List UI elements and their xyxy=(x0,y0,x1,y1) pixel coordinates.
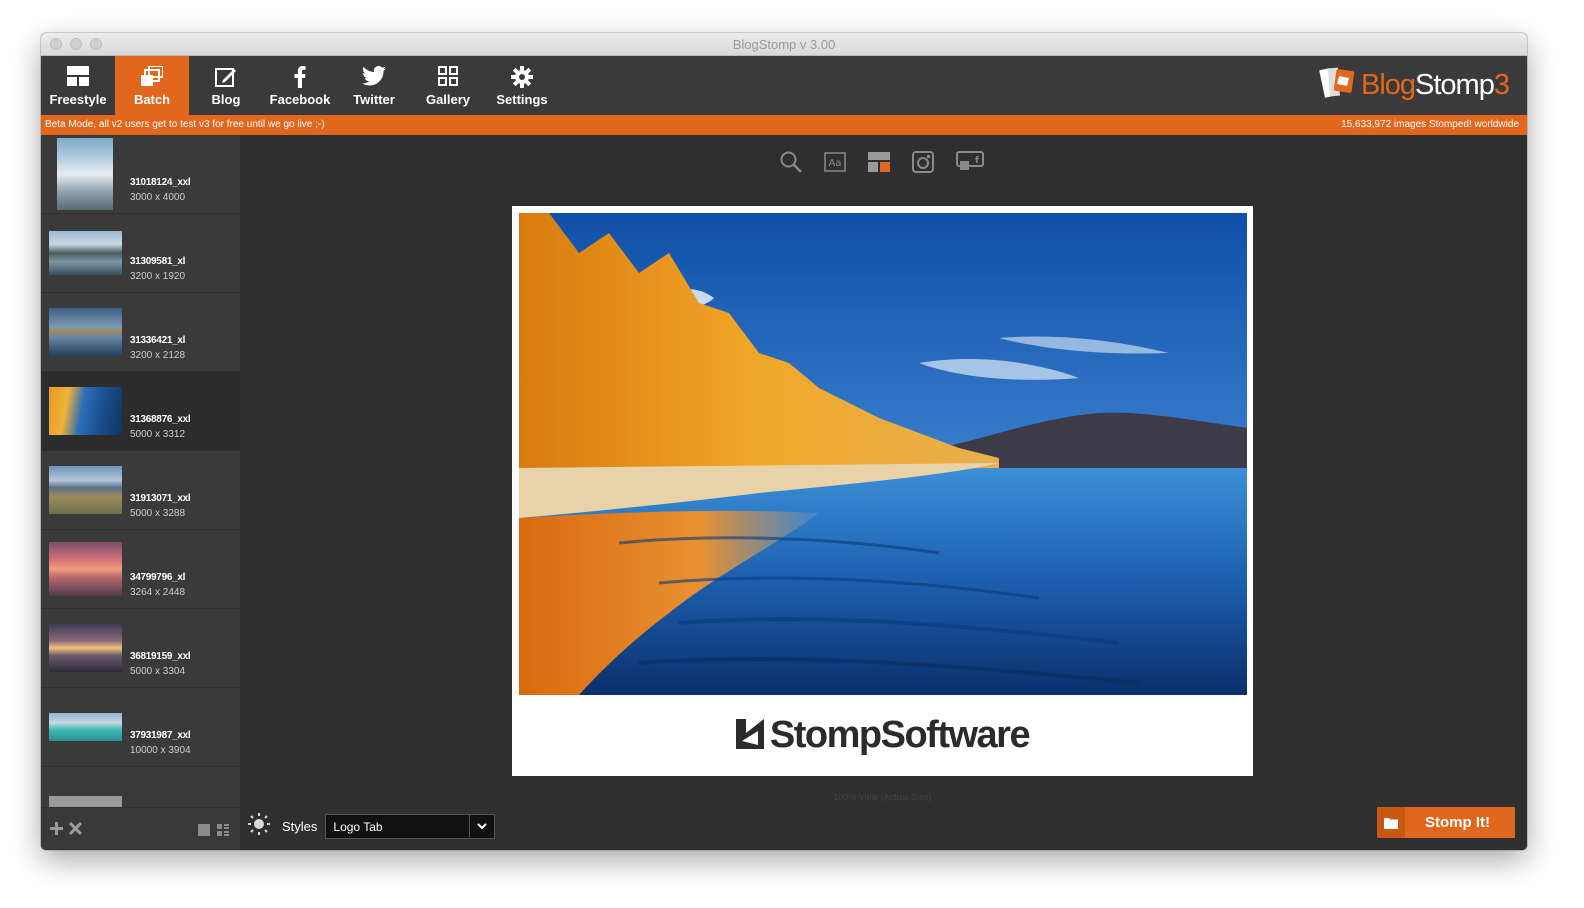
preview-tools: Aa f xyxy=(780,151,984,178)
tab-freestyle[interactable]: Freestyle xyxy=(41,56,115,115)
logo-text: StompSoftware xyxy=(769,714,1031,756)
facebook-icon xyxy=(294,66,306,93)
image-list-item[interactable]: 36819159_xxl 5000 x 3304 xyxy=(41,609,240,688)
brand-part-stomp: Stomp xyxy=(1415,68,1495,101)
freestyle-icon xyxy=(67,66,89,91)
image-dimensions: 3200 x 2128 xyxy=(130,350,186,361)
app-window: BlogStomp v 3.00 Freestyle Batch Blog Fa… xyxy=(41,33,1527,850)
tab-gallery[interactable]: Gallery xyxy=(411,56,485,115)
svg-text:f: f xyxy=(975,156,979,166)
styles-bar: Styles Logo Tab xyxy=(248,813,496,840)
tab-label: Twitter xyxy=(353,92,395,107)
image-dimensions: 5000 x 3288 xyxy=(130,508,186,519)
svg-text:Aa: Aa xyxy=(829,158,842,169)
tab-twitter[interactable]: Twitter xyxy=(337,56,411,115)
tab-blog[interactable]: Blog xyxy=(189,56,263,115)
zoom-icon[interactable] xyxy=(780,151,802,178)
preview-photo xyxy=(519,213,1247,695)
image-name: 31018124_xxl xyxy=(130,177,191,188)
batch-icon xyxy=(141,65,164,91)
image-list-item[interactable] xyxy=(41,767,240,808)
tab-label: Gallery xyxy=(425,92,471,107)
brightness-icon[interactable] xyxy=(248,813,270,840)
image-list-item-selected[interactable]: 31368876_xxl 5000 x 3312 xyxy=(41,372,240,451)
tab-label: Facebook xyxy=(269,92,331,107)
styles-dropdown[interactable]: Logo Tab xyxy=(325,814,496,839)
tab-label: Settings xyxy=(496,92,548,107)
brand-logo: BlogStomp3 xyxy=(1319,66,1510,105)
stomped-image-preview[interactable]: StompSoftware xyxy=(512,206,1253,776)
stomp-counter: 15,633,972 images Stomped! worldwide xyxy=(1341,119,1519,130)
image-dimensions: 5000 x 3304 xyxy=(130,666,186,677)
stamp-logo-icon xyxy=(1319,66,1355,105)
tab-facebook[interactable]: Facebook xyxy=(263,56,337,115)
stomp-it-button[interactable]: Stomp It! xyxy=(1377,807,1515,838)
twitter-icon xyxy=(362,66,386,91)
tab-label: Batch xyxy=(133,92,171,107)
tab-batch[interactable]: Batch xyxy=(115,56,189,115)
thumbnail-image xyxy=(57,138,113,210)
image-name: 34799796_xl xyxy=(130,572,186,583)
beta-message: Beta Mode, all v2 users get to test v3 f… xyxy=(45,119,325,130)
sidebar-footer xyxy=(41,810,240,850)
image-dimensions: 10000 x 3904 xyxy=(130,745,191,756)
image-dimensions: 3200 x 1920 xyxy=(130,271,186,282)
preview-area: Aa f StompSoftware 100% View (Actual Siz… xyxy=(240,135,1527,850)
image-name: 31913071_xxl xyxy=(130,493,191,504)
facebook-cover-icon[interactable]: f xyxy=(956,151,984,178)
window-title: BlogStomp v 3.00 xyxy=(732,37,836,52)
image-name: 31336421_xl xyxy=(130,335,186,346)
beta-banner: Beta Mode, all v2 users get to test v3 f… xyxy=(41,115,1527,135)
main-toolbar: Freestyle Batch Blog Facebook Twitter Ga… xyxy=(41,56,1527,115)
image-dimensions: 3264 x 2448 xyxy=(130,587,186,598)
brand-part-blog: Blog xyxy=(1360,68,1416,101)
image-list-item[interactable]: 31309581_xl 3200 x 1920 xyxy=(41,214,240,293)
brand-part-version: 3 xyxy=(1493,68,1510,101)
image-list-item[interactable]: 31913071_xxl 5000 x 3288 xyxy=(41,451,240,530)
thumbnail-image xyxy=(49,466,122,514)
image-name: 36819159_xxl xyxy=(130,651,191,662)
image-list-sidebar: 31018124_xxl 3000 x 4000 31309581_xl 320… xyxy=(41,135,240,850)
image-name: 31309581_xl xyxy=(130,256,186,267)
tab-label: Blog xyxy=(211,92,241,107)
image-dimensions: 3000 x 4000 xyxy=(130,192,186,203)
tab-label: Freestyle xyxy=(49,92,107,107)
stomp-software-logo-icon xyxy=(735,717,766,754)
large-view-icon[interactable] xyxy=(198,823,210,841)
layout-icon[interactable] xyxy=(868,152,890,177)
styles-label: Styles xyxy=(282,819,318,834)
image-name: 37931987_xxl xyxy=(130,730,191,741)
thumbnail-image xyxy=(49,387,122,435)
tab-settings[interactable]: Settings xyxy=(485,56,559,115)
image-dimensions: 5000 x 3312 xyxy=(130,429,186,440)
thumbnail-image xyxy=(49,713,122,741)
thumbnail-image xyxy=(49,624,122,672)
folder-icon xyxy=(1377,807,1405,838)
watermark-logo: StompSoftware xyxy=(512,695,1253,776)
thumbnail-image xyxy=(49,231,122,275)
thumbnail-image xyxy=(49,796,122,807)
list-view-icon[interactable] xyxy=(217,823,229,841)
thumbnail-image xyxy=(49,542,122,596)
grid-icon xyxy=(438,66,458,91)
image-name: 31368876_xxl xyxy=(130,414,191,425)
image-list-item[interactable]: 37931987_xxl 10000 x 3904 xyxy=(41,688,240,767)
image-list-item[interactable]: 34799796_xl 3264 x 2448 xyxy=(41,530,240,609)
edit-icon xyxy=(215,66,237,93)
image-list-item[interactable]: 31336421_xl 3200 x 2128 xyxy=(41,293,240,372)
remove-icon[interactable] xyxy=(68,821,83,840)
gear-icon xyxy=(511,66,533,93)
image-list-item[interactable]: 31018124_xxl 3000 x 4000 xyxy=(41,135,240,214)
stomp-it-label: Stomp It! xyxy=(1425,814,1490,831)
zoom-level-note: 100% View (Actual Size) xyxy=(833,792,932,802)
thumbnail-image xyxy=(49,308,122,356)
instagram-icon[interactable] xyxy=(912,151,934,178)
add-icon[interactable] xyxy=(50,822,63,840)
title-bar: BlogStomp v 3.00 xyxy=(41,33,1527,56)
text-style-icon[interactable]: Aa xyxy=(824,152,846,177)
chevron-down-icon xyxy=(469,815,494,838)
styles-selected-value: Logo Tab xyxy=(333,820,383,834)
